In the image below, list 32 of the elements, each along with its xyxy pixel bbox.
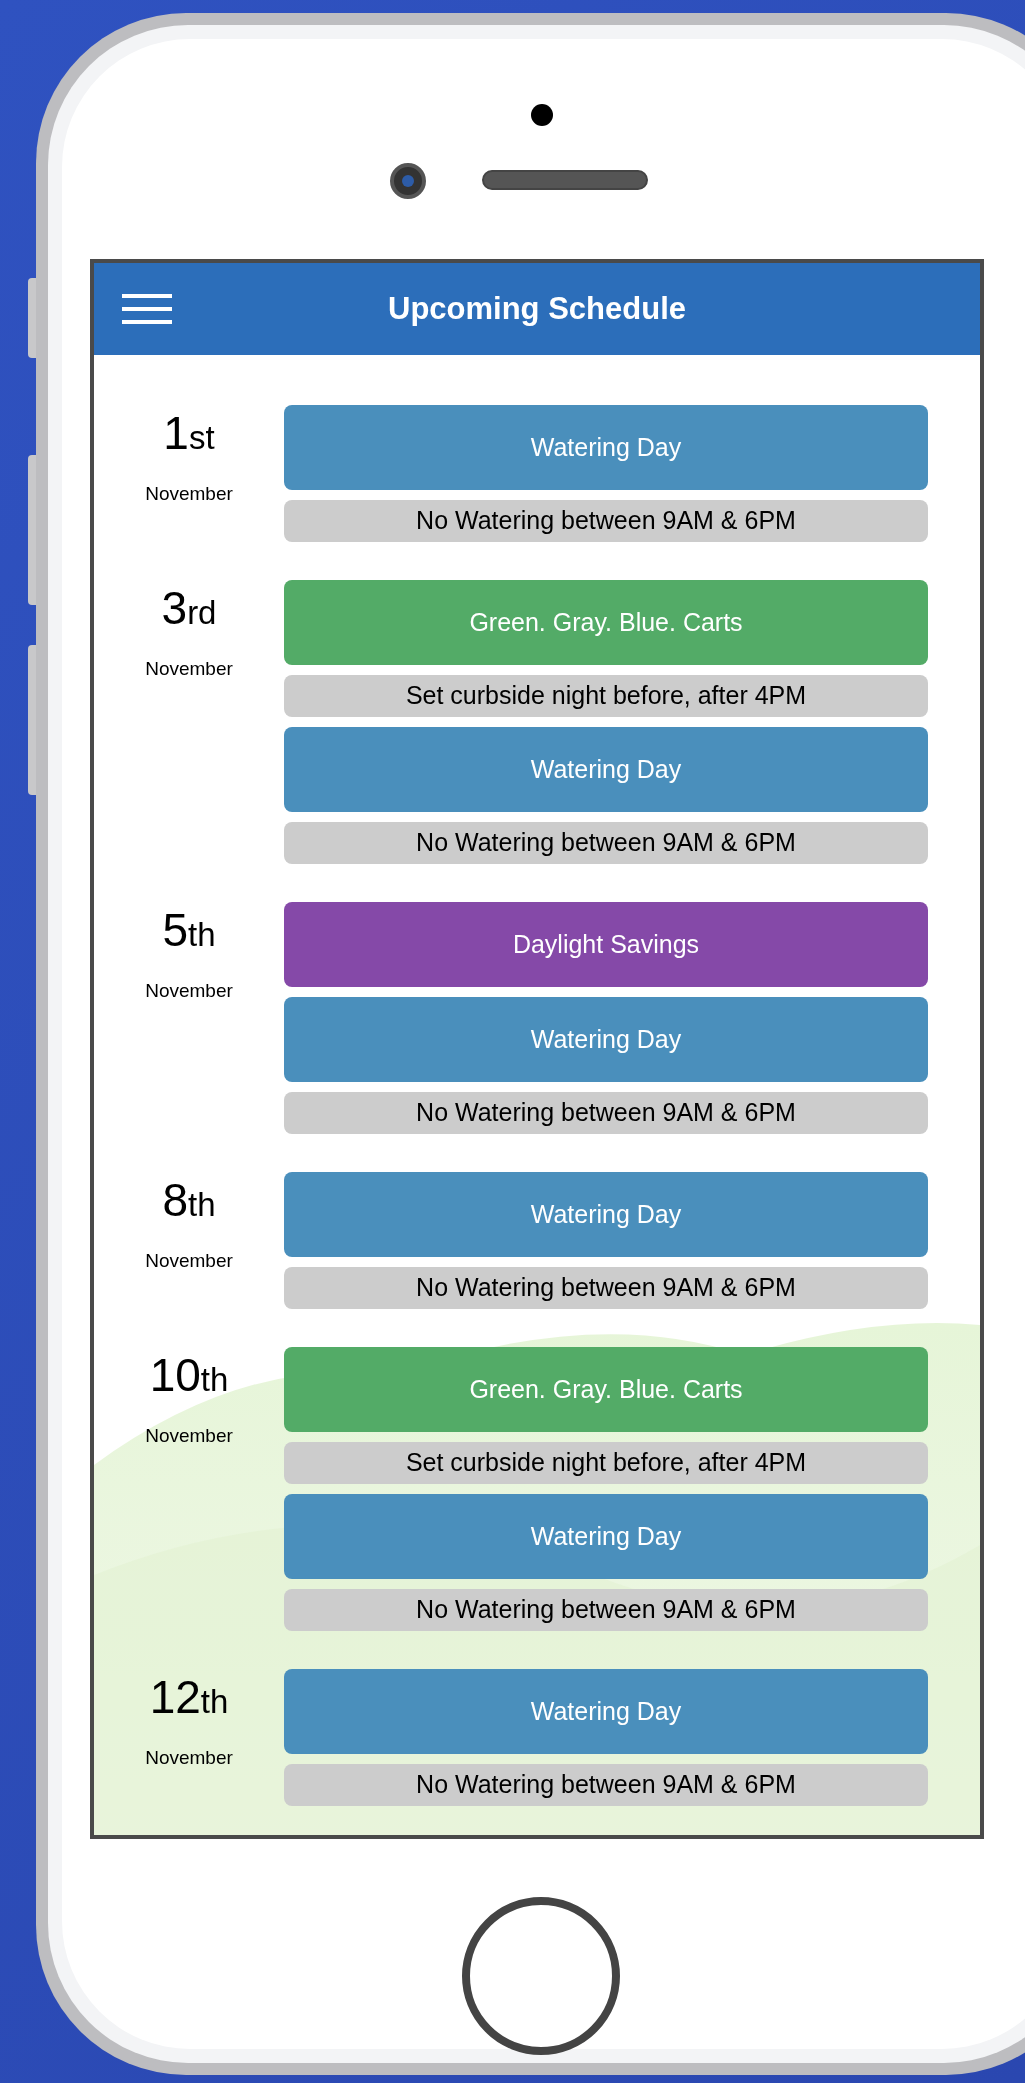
event-note: Set curbside night before, after 4PM [284, 675, 928, 717]
event-note: Set curbside night before, after 4PM [284, 1442, 928, 1484]
event-bar[interactable]: Green. Gray. Blue. Carts [284, 580, 928, 665]
day-number: 8th [162, 1173, 216, 1228]
month-label: November [145, 482, 233, 506]
event-note: No Watering between 9AM & 6PM [284, 1764, 928, 1806]
month-label: November [145, 979, 233, 1003]
event-note: No Watering between 9AM & 6PM [284, 1092, 928, 1134]
menu-icon[interactable] [122, 294, 172, 324]
day-number: 3rd [161, 581, 217, 636]
event-bar[interactable]: Watering Day [284, 405, 928, 490]
event-bar[interactable]: Green. Gray. Blue. Carts [284, 1347, 928, 1432]
event-note: No Watering between 9AM & 6PM [284, 822, 928, 864]
day-number: 1st [163, 406, 215, 461]
event-note: No Watering between 9AM & 6PM [284, 1589, 928, 1631]
day-number: 5th [162, 903, 216, 958]
event-bar[interactable]: Watering Day [284, 1494, 928, 1579]
event-note: No Watering between 9AM & 6PM [284, 1267, 928, 1309]
month-label: November [145, 1424, 233, 1448]
month-label: November [145, 657, 233, 681]
event-bar[interactable]: Watering Day [284, 997, 928, 1082]
event-bar[interactable]: Daylight Savings [284, 902, 928, 987]
month-label: November [145, 1746, 233, 1770]
header-title: Upcoming Schedule [388, 289, 686, 328]
day-number: 12th [149, 1670, 229, 1725]
camera-lens [390, 163, 426, 199]
event-bar[interactable]: Watering Day [284, 1172, 928, 1257]
event-bar[interactable]: Watering Day [284, 727, 928, 812]
day-number: 10th [149, 1348, 229, 1403]
month-label: November [145, 1249, 233, 1273]
event-bar[interactable]: Watering Day [284, 1669, 928, 1754]
event-note: No Watering between 9AM & 6PM [284, 500, 928, 542]
